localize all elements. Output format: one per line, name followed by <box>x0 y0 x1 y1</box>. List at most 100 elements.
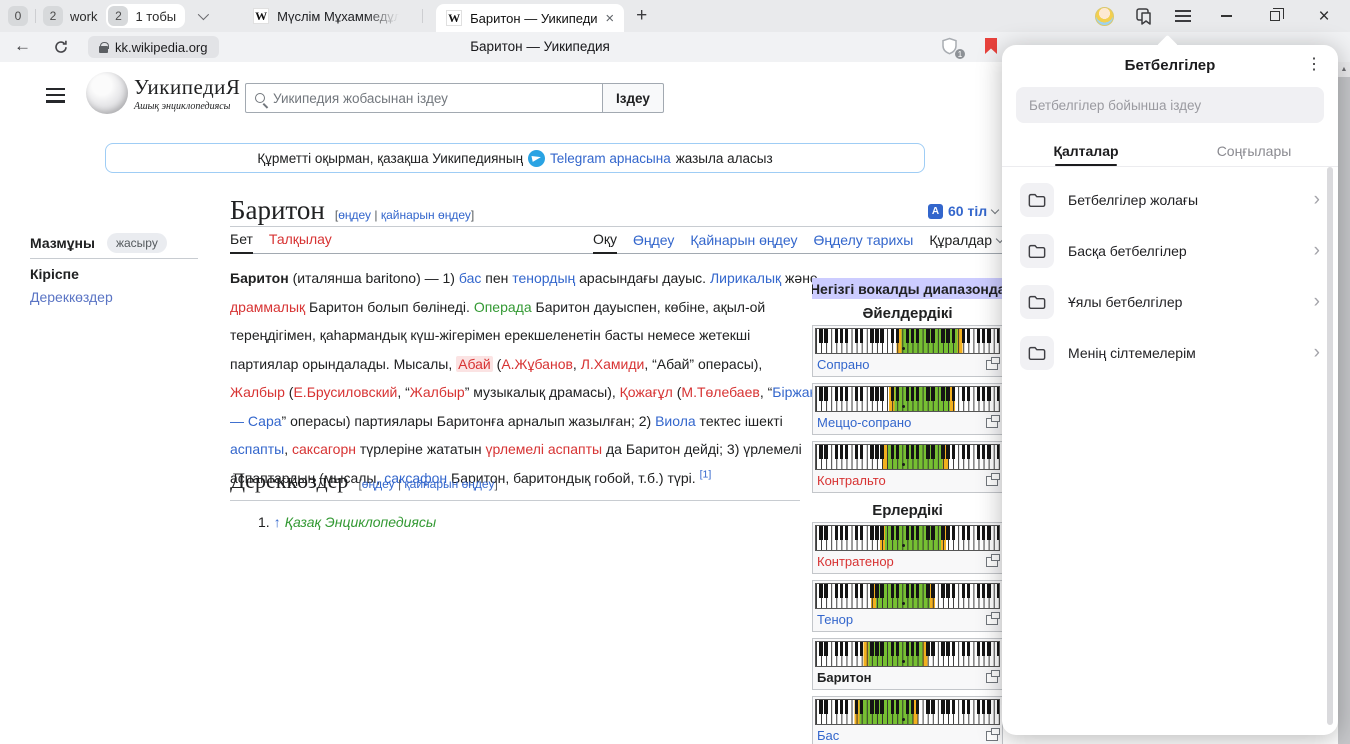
page-scrollbar[interactable]: ▲ <box>1338 62 1350 744</box>
bookmark-folder-row[interactable]: Бетбелгілер жолағы› <box>1002 174 1338 225</box>
wikipedia-wordmark[interactable]: УикипедиЯ Ашық энциклопедиясы <box>134 75 240 112</box>
article-link[interactable]: [1] <box>700 468 712 480</box>
article-link[interactable]: Лирикалық <box>710 270 781 286</box>
piano-range-image[interactable] <box>815 386 1000 412</box>
new-tab-button[interactable]: + <box>636 5 647 27</box>
tab-bariton-active[interactable]: W Баритон — Уикипедия × <box>436 4 624 32</box>
wiki-search-input[interactable]: Уикипедия жобасынан іздеу <box>245 83 603 113</box>
article-link[interactable]: аспапты <box>230 441 284 457</box>
article-link[interactable]: Операда <box>474 299 532 315</box>
edit-link[interactable]: өңдеу <box>338 208 371 222</box>
wiki-tagline: Ашық энциклопедиясы <box>134 101 240 112</box>
protect-shield-button[interactable]: 1 <box>941 37 963 59</box>
article-link[interactable]: үрлемелі аспапты <box>486 441 603 457</box>
black-key <box>824 642 827 656</box>
bookmark-folder-row[interactable]: Менің сілтемелерім› <box>1002 327 1338 378</box>
black-key <box>870 526 873 540</box>
expand-image-icon[interactable] <box>986 418 998 428</box>
panel-tab-Қалталар[interactable]: Қалталар <box>1002 135 1170 166</box>
close-tab-icon[interactable]: × <box>605 11 614 26</box>
article-text: (италянша baritono) — 1) <box>289 270 459 286</box>
tab-muslim[interactable]: W Мүслім Мұхаммедұлы Ма <box>243 0 415 32</box>
black-key <box>875 642 878 656</box>
window-close-button[interactable]: × <box>1310 7 1338 26</box>
backlink-arrow[interactable]: ↑ <box>274 514 281 530</box>
window-minimize-button[interactable] <box>1212 15 1240 17</box>
tab-group-collapsed[interactable]: 0 <box>8 6 28 26</box>
bookmarks-toolbar-icon[interactable] <box>1135 7 1154 26</box>
chevron-down-icon <box>991 205 999 213</box>
article-link[interactable]: саксагорн <box>292 441 356 457</box>
black-key <box>962 445 965 459</box>
article-link[interactable]: Жалбыр <box>230 384 285 400</box>
article-tab-Оқу[interactable]: Оқу <box>593 231 617 254</box>
middle-c-dot <box>902 347 905 350</box>
article-link[interactable]: Абай <box>456 356 493 372</box>
bookmarks-search-input[interactable]: Бетбелгілер бойынша іздеу <box>1016 87 1324 123</box>
tab-group-work[interactable]: 2 work <box>43 6 97 26</box>
scrollbar-thumb[interactable] <box>1338 77 1350 744</box>
voice-link[interactable]: Контральто <box>817 473 886 488</box>
toc-hide-button[interactable]: жасыру <box>107 233 167 253</box>
scroll-up-arrow[interactable]: ▲ <box>1338 62 1350 76</box>
article-tab-Өңделу тарихы[interactable]: Өңделу тарихы <box>813 232 913 253</box>
article-link[interactable]: Е.Брусиловский <box>293 384 397 400</box>
piano-range-image[interactable] <box>815 583 1000 609</box>
tab-group-dropdown-button[interactable] <box>189 4 215 28</box>
edit-source-link[interactable]: қайнарын өңдеу <box>404 477 494 491</box>
panel-tab-Соңғылары[interactable]: Соңғылары <box>1170 135 1338 166</box>
bookmark-folder-row[interactable]: Басқа бетбелгілер› <box>1002 225 1338 276</box>
voice-link[interactable]: Бас <box>817 728 839 743</box>
article-tab-Бет[interactable]: Бет <box>230 231 253 254</box>
panel-scrollbar-thumb[interactable] <box>1327 167 1333 725</box>
voice-link[interactable]: Меццо-сопрано <box>817 415 911 430</box>
article-link[interactable]: Л.Хамиди <box>581 356 645 372</box>
language-selector[interactable]: A 60 тіл <box>928 203 998 219</box>
expand-image-icon[interactable] <box>986 360 998 370</box>
article-tab-Талқылау[interactable]: Талқылау <box>269 231 332 253</box>
article-link[interactable]: А.Жұбанов <box>501 356 573 372</box>
article-link[interactable]: Жалбыр <box>410 384 465 400</box>
article-link[interactable]: М.Төлебаев <box>681 384 759 400</box>
expand-image-icon[interactable] <box>986 476 998 486</box>
article-link[interactable]: драммалық <box>230 299 305 315</box>
expand-image-icon[interactable] <box>986 673 998 683</box>
telegram-link[interactable]: Telegram арнасына <box>550 151 671 166</box>
expand-image-icon[interactable] <box>986 731 998 741</box>
article-link[interactable]: бас <box>459 270 481 286</box>
reference-source-link[interactable]: Қазақ Энциклопедиясы <box>285 514 437 530</box>
article-link[interactable]: Виола <box>655 413 696 429</box>
tab-group-active[interactable]: 2 1 тобы <box>106 4 185 28</box>
article-tab-Құралдар[interactable]: Құралдар <box>929 232 1003 253</box>
voice-link[interactable]: Сопрано <box>817 357 870 372</box>
edit-source-link[interactable]: қайнарын өңдеу <box>381 208 471 222</box>
article-tab-Өңдеу[interactable]: Өңдеу <box>633 232 674 253</box>
profile-avatar[interactable] <box>1095 7 1114 26</box>
piano-range-image[interactable] <box>815 641 1000 667</box>
bookmark-folder-row[interactable]: Ұялы бетбелгілер› <box>1002 276 1338 327</box>
piano-range-image[interactable] <box>815 699 1000 725</box>
piano-range-image[interactable] <box>815 328 1000 354</box>
black-key <box>967 700 970 714</box>
piano-range-image[interactable] <box>815 444 1000 470</box>
wiki-hamburger-menu[interactable] <box>46 88 65 103</box>
article-link[interactable]: тенордың <box>512 270 575 286</box>
wiki-search-button[interactable]: Іздеу <box>603 83 664 113</box>
expand-image-icon[interactable] <box>986 557 998 567</box>
piano-range-image[interactable] <box>815 525 1000 551</box>
wikipedia-globe-logo[interactable] <box>86 72 128 114</box>
language-icon: A <box>928 204 943 219</box>
window-restore-button[interactable] <box>1261 11 1289 21</box>
voice-link[interactable]: Контратенор <box>817 554 894 569</box>
kebab-menu-icon[interactable]: ⋮ <box>1306 54 1322 74</box>
article-tab-Қайнарын өңдеу[interactable]: Қайнарын өңдеу <box>690 232 797 253</box>
browser-menu-icon[interactable] <box>1175 10 1191 22</box>
voice-range-box-Бас: Бас <box>812 696 1003 744</box>
expand-image-icon[interactable] <box>986 615 998 625</box>
toc-item-intro[interactable]: Кіріспе <box>30 266 79 282</box>
toc-item-references[interactable]: Дереккөздер <box>30 289 113 305</box>
black-key <box>880 445 883 459</box>
voice-link[interactable]: Тенор <box>817 612 853 627</box>
article-link[interactable]: Қожағұл <box>620 384 673 400</box>
edit-link[interactable]: өңдеу <box>362 477 395 491</box>
